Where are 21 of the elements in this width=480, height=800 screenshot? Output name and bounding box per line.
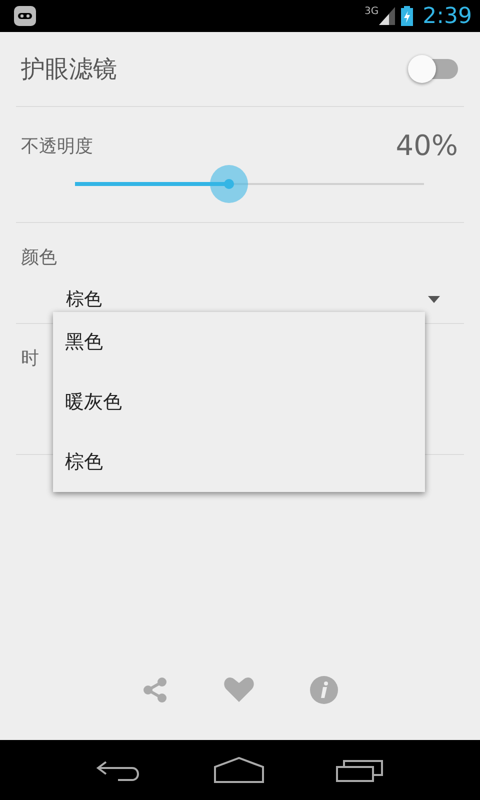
slider-thumb[interactable]	[210, 165, 248, 203]
signal-icon	[378, 7, 395, 25]
network-type: 3G	[364, 6, 379, 17]
heart-icon[interactable]	[223, 676, 255, 704]
home-icon[interactable]	[214, 757, 264, 783]
info-icon[interactable]	[309, 675, 339, 705]
recent-apps-icon[interactable]	[336, 758, 384, 782]
menu-item[interactable]: 棕色	[53, 432, 425, 492]
opacity-label: 不透明度	[21, 134, 93, 158]
menu-item[interactable]: 暖灰色	[53, 372, 425, 432]
time-label: 时	[21, 347, 39, 370]
app-icon	[14, 6, 36, 26]
menu-item[interactable]: 黑色	[53, 312, 425, 372]
opacity-reading: 40%	[396, 129, 458, 162]
clock: 2:39	[422, 4, 472, 28]
filter-title: 护眼滤镜	[21, 54, 117, 85]
caret-icon	[428, 296, 440, 302]
color-label: 颜色	[21, 246, 57, 269]
battery-icon	[400, 6, 413, 26]
share-icon[interactable]	[141, 676, 169, 704]
color-dropdown[interactable]: 棕色	[60, 283, 446, 315]
